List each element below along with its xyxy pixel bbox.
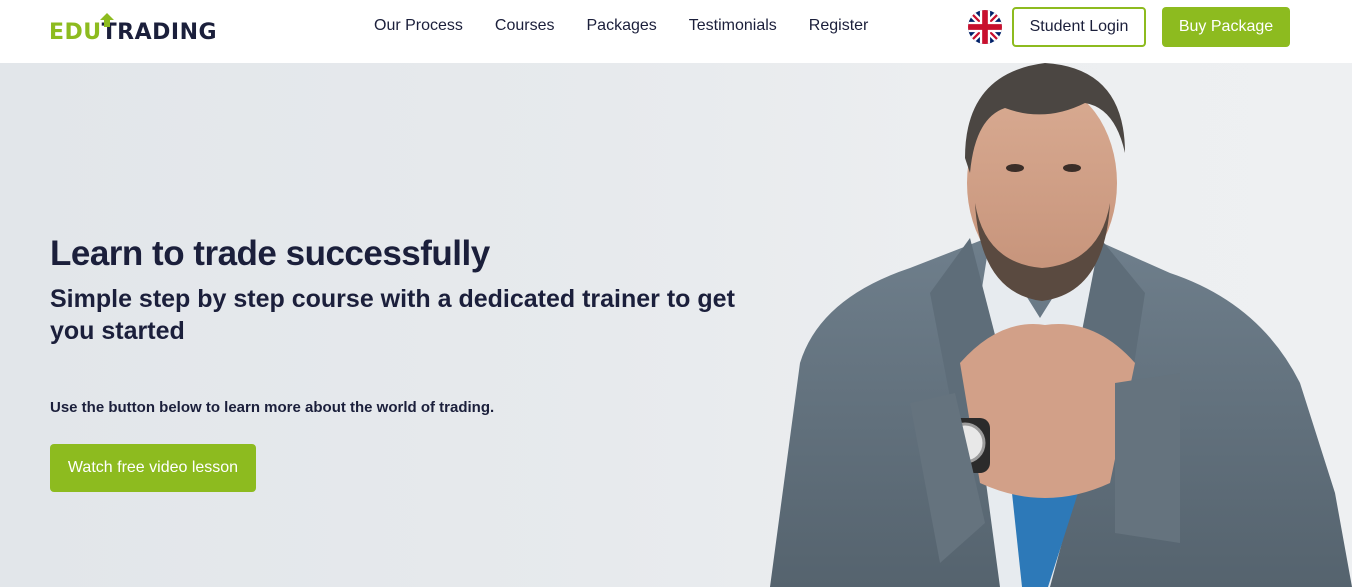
edutrading-logo[interactable]: EDU TRADING xyxy=(49,13,218,45)
uk-flag-icon[interactable] xyxy=(968,10,1002,44)
watch-free-video-button[interactable]: Watch free video lesson xyxy=(50,444,256,492)
buy-package-button[interactable]: Buy Package xyxy=(1162,7,1290,47)
logo-edu-text: EDU xyxy=(49,20,102,45)
nav-testimonials[interactable]: Testimonials xyxy=(689,16,777,36)
uk-flag-graphic xyxy=(968,10,1002,44)
hero-description: Use the button below to learn more about… xyxy=(50,399,495,416)
logo-trading-label: TRADING xyxy=(101,20,218,45)
nav-our-process[interactable]: Our Process xyxy=(374,16,463,36)
site-header: EDU TRADING Our Process Courses Packages… xyxy=(0,0,1352,63)
hero-title: Learn to trade successfully xyxy=(50,234,490,273)
nav-courses[interactable]: Courses xyxy=(495,16,555,36)
businessman-photo xyxy=(770,63,1352,587)
logo-arrow-icon xyxy=(99,13,114,27)
nav-register[interactable]: Register xyxy=(809,16,869,36)
main-nav: Our Process Courses Packages Testimonial… xyxy=(374,16,868,36)
hero-subtitle: Simple step by step course with a dedica… xyxy=(50,285,735,345)
nav-packages[interactable]: Packages xyxy=(587,16,657,36)
logo-trading-text: TRADING xyxy=(99,13,218,45)
student-login-button[interactable]: Student Login xyxy=(1012,7,1146,47)
hero-section: Learn to trade successfully Simple step … xyxy=(0,63,1352,587)
